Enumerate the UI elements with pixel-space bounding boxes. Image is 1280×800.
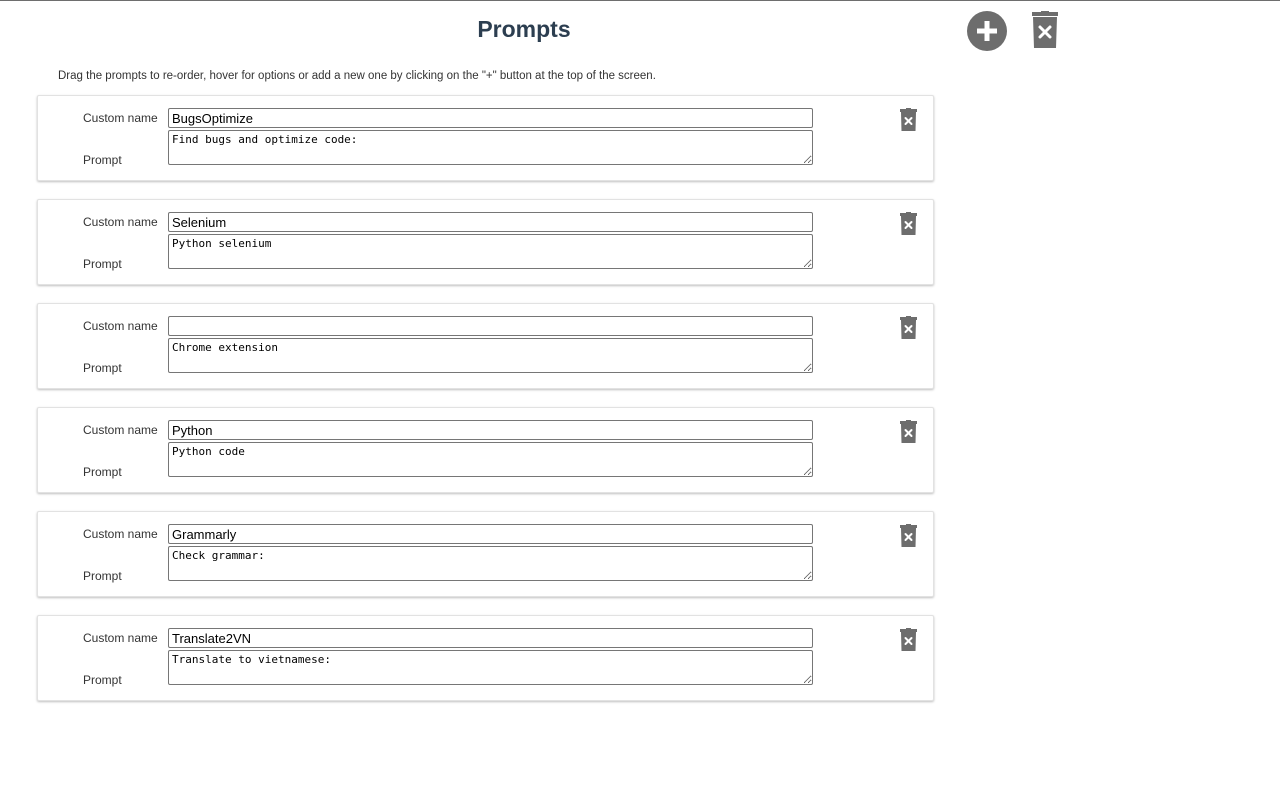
delete-prompt-button[interactable] xyxy=(900,212,917,236)
delete-prompt-button[interactable] xyxy=(900,108,917,132)
trash-x-icon xyxy=(900,524,917,547)
prompt-textarea[interactable]: Chrome extension xyxy=(168,338,813,373)
prompt-label: Prompt xyxy=(83,257,122,271)
custom-name-input[interactable] xyxy=(168,628,813,648)
prompt-textarea[interactable]: Python selenium xyxy=(168,234,813,269)
trash-x-icon xyxy=(1032,11,1058,48)
prompt-textarea[interactable]: Find bugs and optimize code: xyxy=(168,130,813,165)
custom-name-input[interactable] xyxy=(168,524,813,544)
custom-name-input[interactable] xyxy=(168,108,813,128)
prompt-card[interactable]: Custom name Check grammar: Prompt xyxy=(37,511,934,597)
trash-x-icon xyxy=(900,628,917,651)
custom-name-label: Custom name xyxy=(83,319,158,333)
custom-name-label: Custom name xyxy=(83,215,158,229)
delete-prompt-button[interactable] xyxy=(900,420,917,444)
prompt-label: Prompt xyxy=(83,361,122,375)
custom-name-label: Custom name xyxy=(83,527,158,541)
prompt-label: Prompt xyxy=(83,465,122,479)
instructions-text: Drag the prompts to re-order, hover for … xyxy=(58,70,656,82)
trash-x-icon xyxy=(900,108,917,131)
delete-prompt-button[interactable] xyxy=(900,524,917,548)
prompt-card[interactable]: Custom name Python selenium Prompt xyxy=(37,199,934,285)
trash-x-icon xyxy=(900,212,917,235)
prompt-label: Prompt xyxy=(83,569,122,583)
page-title: Prompts xyxy=(477,16,571,42)
trash-x-icon xyxy=(900,316,917,339)
custom-name-input[interactable] xyxy=(168,420,813,440)
custom-name-label: Custom name xyxy=(83,631,158,645)
trash-x-icon xyxy=(900,420,917,443)
prompt-card[interactable]: Custom name Chrome extension Prompt xyxy=(37,303,934,389)
delete-prompt-button[interactable] xyxy=(900,316,917,340)
custom-name-label: Custom name xyxy=(83,111,158,125)
prompt-card[interactable]: Custom name Translate to vietnamese: Pro… xyxy=(37,615,934,701)
prompt-card[interactable]: Custom name Find bugs and optimize code:… xyxy=(37,95,934,181)
prompt-textarea[interactable]: Check grammar: xyxy=(168,546,813,581)
custom-name-input[interactable] xyxy=(168,212,813,232)
custom-name-label: Custom name xyxy=(83,423,158,437)
top-border xyxy=(0,0,1280,1)
delete-prompt-button[interactable] xyxy=(900,628,917,652)
custom-name-input[interactable] xyxy=(168,316,813,336)
clear-all-button[interactable] xyxy=(1031,11,1059,49)
prompt-card[interactable]: Custom name Python code Prompt xyxy=(37,407,934,493)
add-prompt-button[interactable] xyxy=(967,11,1007,51)
plus-icon xyxy=(977,21,997,41)
prompt-textarea[interactable]: Python code xyxy=(168,442,813,477)
prompt-textarea[interactable]: Translate to vietnamese: xyxy=(168,650,813,685)
prompt-label: Prompt xyxy=(83,153,122,167)
prompt-label: Prompt xyxy=(83,673,122,687)
